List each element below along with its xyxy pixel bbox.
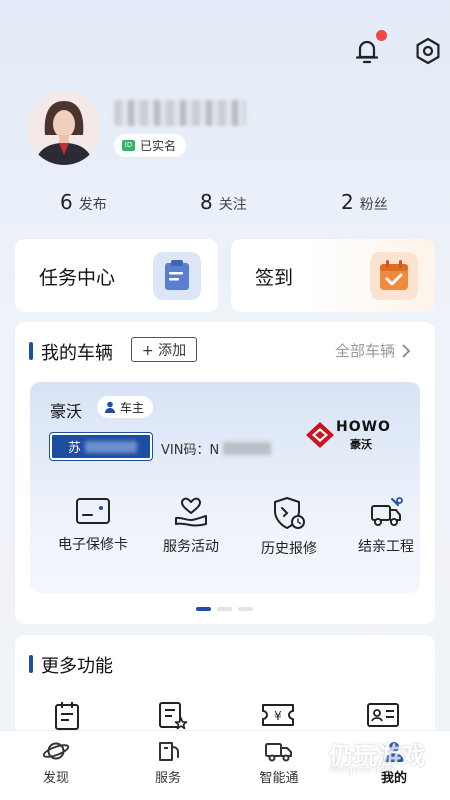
vin-label: VIN码：N [161, 443, 220, 458]
carousel-dot[interactable] [217, 607, 232, 611]
carousel-dot[interactable] [196, 607, 211, 611]
function-label: 服务活动 [163, 539, 219, 555]
stats-row: 6 发布 8 关注 2 粉丝 [0, 190, 450, 220]
bell-icon[interactable] [352, 36, 382, 66]
service-activity-button[interactable]: 服务活动 [142, 496, 240, 556]
truck-wrench-icon [371, 497, 403, 526]
calendar-list-icon[interactable] [53, 701, 81, 731]
vehicle-card[interactable]: 豪沃 车主 苏 VIN码：N HOWO 豪沃 电子保修卡 服务活动 历史报修 结… [30, 382, 420, 593]
username-redacted [114, 100, 246, 126]
carousel-indicator [196, 607, 253, 611]
stat-count: 6 [60, 190, 73, 214]
stat-label: 关注 [218, 197, 247, 213]
sign-in-card[interactable]: 签到 [231, 239, 435, 312]
carousel-dot[interactable] [238, 607, 253, 611]
tab-label: 发现 [42, 771, 69, 786]
calendar-check-icon [370, 252, 418, 300]
sign-in-title: 签到 [255, 267, 294, 289]
howo-logo-icon [306, 422, 334, 448]
heart-hand-icon [175, 497, 207, 527]
tab-discover[interactable]: 发现 [21, 739, 91, 786]
top-bar [0, 30, 450, 72]
planet-icon [42, 742, 70, 760]
tab-label: 服务 [154, 771, 181, 786]
task-center-card[interactable]: 任务中心 [15, 239, 218, 312]
id-card-icon: ID [122, 140, 135, 151]
plate-prefix: 苏 [68, 441, 82, 456]
stat-count: 2 [341, 190, 354, 214]
notification-badge [376, 30, 387, 41]
verified-badge: ID 已实名 [114, 134, 187, 157]
shield-wrench-icon [274, 497, 305, 529]
warranty-card-button[interactable]: 电子保修卡 [44, 496, 142, 554]
vehicle-section-title: 我的车辆 [41, 343, 113, 364]
section-accent [29, 342, 33, 360]
avatar[interactable] [27, 91, 101, 165]
bonding-project-button[interactable]: 结亲工程 [337, 496, 435, 556]
truck-icon [265, 743, 292, 762]
license-plate: 苏 [49, 432, 153, 461]
svg-text:¥: ¥ [274, 709, 282, 723]
warranty-card-icon [76, 498, 110, 524]
vin-number: VIN码：N [161, 439, 272, 458]
stat-posts[interactable]: 6 发布 [60, 190, 107, 214]
owner-tag: 车主 [97, 396, 154, 418]
vehicle-brand: 豪沃 [50, 402, 83, 421]
stat-following[interactable]: 8 关注 [200, 190, 247, 214]
verified-label: 已实名 [140, 139, 177, 153]
function-label: 结亲工程 [358, 539, 414, 555]
add-vehicle-button[interactable]: + 添加 [131, 337, 197, 362]
id-card-outline-icon[interactable] [366, 701, 400, 729]
clipboard-icon [153, 252, 201, 300]
repair-history-button[interactable]: 历史报修 [240, 496, 338, 558]
function-label: 电子保修卡 [58, 537, 128, 553]
watermark-logo-icon [305, 739, 325, 772]
section-accent [29, 655, 33, 673]
settings-icon[interactable] [413, 36, 443, 66]
tab-service[interactable]: 服务 [133, 739, 203, 786]
all-vehicles-label: 全部车辆 [334, 342, 395, 360]
stat-count: 8 [200, 190, 213, 214]
all-vehicles-link[interactable]: 全部车辆 [335, 340, 411, 361]
watermark-subtext: Rengwan.com [330, 765, 394, 775]
chevron-right-icon [402, 343, 411, 358]
yuan-ticket-icon[interactable]: ¥ [261, 701, 295, 729]
owner-label: 车主 [120, 400, 145, 415]
document-star-icon[interactable] [158, 701, 188, 731]
more-section-title: 更多功能 [41, 656, 113, 677]
stat-followers[interactable]: 2 粉丝 [341, 190, 388, 214]
howo-logo-text: HOWO [336, 419, 391, 435]
task-center-title: 任务中心 [39, 267, 116, 289]
watermark: 仍玩游戏 Rengwan.com [301, 735, 441, 780]
vehicle-panel: 我的车辆 + 添加 全部车辆 豪沃 车主 苏 VIN码：N HOWO 豪沃 电子… [15, 322, 435, 624]
stat-label: 发布 [78, 197, 107, 213]
vin-redacted [223, 442, 272, 455]
plate-redacted [85, 440, 138, 453]
function-label: 历史报修 [261, 541, 317, 557]
howo-logo-cn: 豪沃 [350, 438, 372, 451]
service-icon [159, 742, 179, 761]
user-icon [104, 401, 116, 413]
stat-label: 粉丝 [359, 197, 388, 213]
